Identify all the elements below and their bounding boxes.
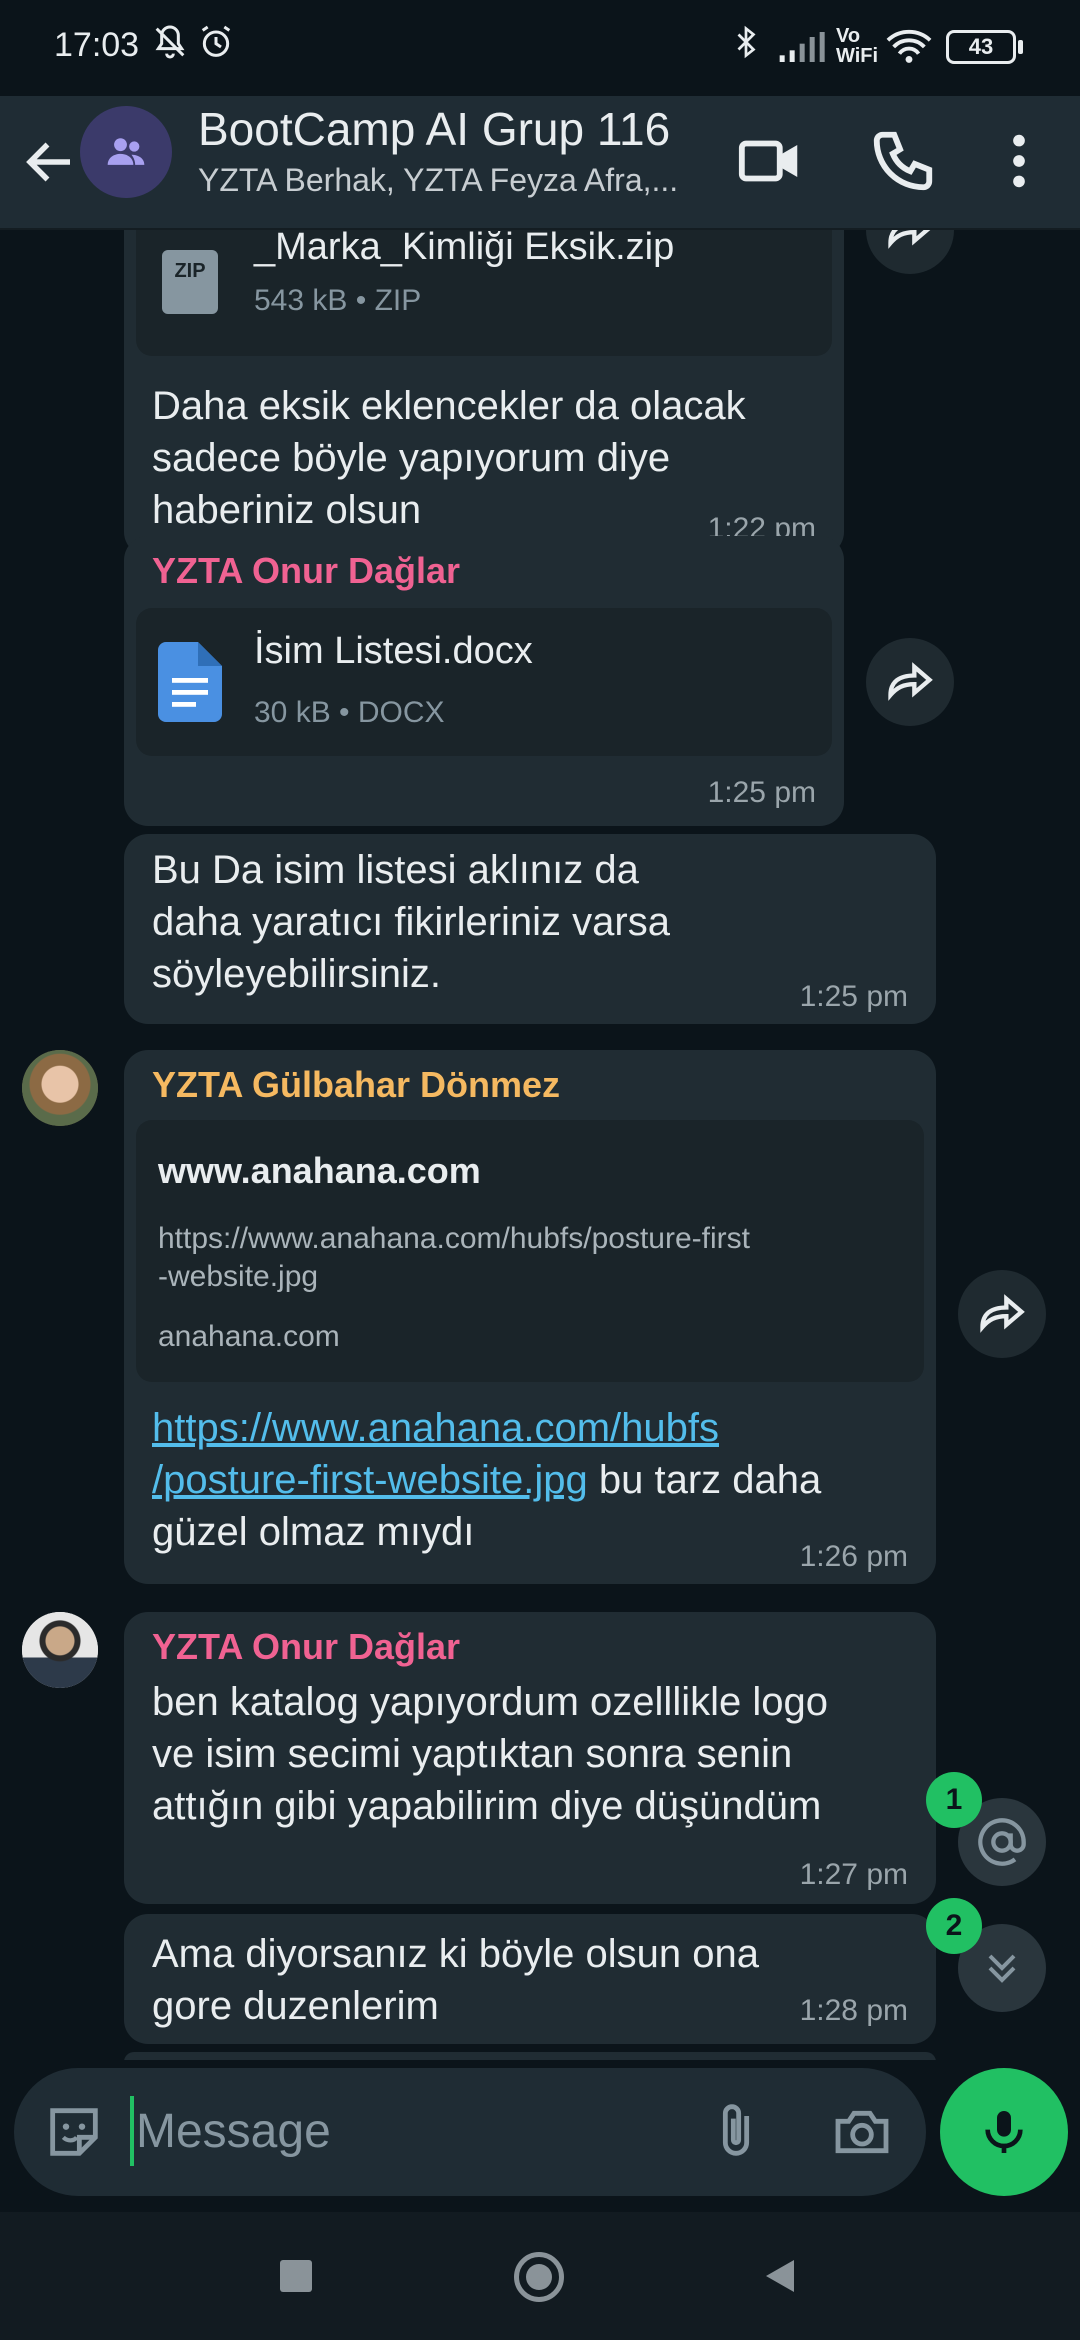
double-chevron-down-icon	[988, 1954, 1016, 1983]
message-composer[interactable]: Message	[14, 2068, 926, 2196]
at-sign-icon	[978, 1818, 1026, 1866]
sender-name[interactable]: YZTA Onur Dağlar	[152, 550, 460, 592]
message-time: 1:25 pm	[707, 776, 816, 809]
text-cursor	[130, 2096, 134, 2166]
link-preview-title: www.anahana.com	[158, 1150, 481, 1191]
sender-name[interactable]: YZTA Gülbahar Dönmez	[152, 1064, 560, 1106]
camera-icon[interactable]	[830, 2100, 894, 2164]
microphone-icon	[985, 2111, 1023, 2153]
message-text: Daha eksik eklencekler da olacak sadece …	[152, 384, 746, 532]
file-name: İsim Listesi.docx	[254, 630, 533, 672]
forward-button[interactable]	[866, 638, 954, 726]
message-text: https://www.anahana.com/hubfs /posture-f…	[152, 1406, 822, 1554]
voice-message-button[interactable]	[940, 2068, 1068, 2196]
forward-icon	[980, 1294, 1025, 1333]
file-attachment[interactable]: ZIP _Marka_Kimliği Eksik.zip 543 kB • ZI…	[136, 230, 832, 356]
message-link[interactable]: https://www.anahana.com/hubfs	[152, 1406, 719, 1450]
system-navigation-bar	[0, 2212, 1080, 2340]
back-arrow-icon[interactable]	[20, 132, 80, 192]
unread-count-badge: 2	[926, 1898, 982, 1954]
message-link[interactable]: /posture-first-website.jpg	[152, 1458, 588, 1502]
phone-call-icon[interactable]	[868, 126, 938, 196]
message-time: 1:27 pm	[799, 1858, 908, 1891]
wifi-icon	[886, 30, 932, 63]
mentions-count-badge: 1	[926, 1772, 982, 1828]
bell-off-icon	[155, 25, 185, 59]
message-input[interactable]: Message	[136, 2104, 331, 2159]
link-preview-domain: anahana.com	[158, 1320, 340, 1353]
message-bubble[interactable]: Ama diyorsanız ki böyle olsun ona gore d…	[124, 1914, 936, 2044]
forward-icon	[888, 662, 933, 701]
status-time: 17:03	[54, 26, 140, 64]
message-text: Bu Da isim listesi aklınız da daha yarat…	[152, 848, 670, 996]
message-time: 1:28 pm	[799, 1994, 908, 2027]
link-preview[interactable]: www.anahana.com https://www.anahana.com/…	[136, 1120, 924, 1382]
group-avatar[interactable]	[80, 106, 172, 198]
message-bubble[interactable]: YZTA Gülbahar Dönmez www.anahana.com htt…	[124, 1050, 936, 1584]
message-bubble-next	[124, 2052, 936, 2060]
alarm-icon	[201, 25, 231, 57]
message-list[interactable]: ZIP _Marka_Kimliği Eksik.zip 543 kB • ZI…	[0, 230, 1080, 2060]
file-attachment[interactable]: İsim Listesi.docx 30 kB • DOCX	[136, 608, 832, 756]
message-text: Ama diyorsanız ki böyle olsun ona gore d…	[152, 1932, 759, 2028]
forward-icon	[888, 230, 931, 249]
video-call-icon[interactable]	[736, 126, 806, 196]
battery-indicator: 43	[946, 30, 1016, 64]
group-icon	[107, 138, 145, 165]
sender-avatar[interactable]	[22, 1612, 98, 1688]
recents-button[interactable]	[280, 2260, 312, 2292]
message-time: 1:26 pm	[799, 1540, 908, 1573]
message-text: ben katalog yapıyordum ozelllikle logo v…	[152, 1680, 828, 1828]
signal-icon	[779, 32, 825, 62]
status-bar: 17:03 Vo WiFi 43	[0, 0, 1080, 96]
message-bubble[interactable]: YZTA Onur Dağlar İsim Listesi.docx 30 kB…	[124, 536, 844, 826]
chat-title[interactable]: BootCamp AI Grup 116	[198, 102, 670, 156]
sender-avatar[interactable]	[22, 1050, 98, 1126]
message-bubble[interactable]: ZIP _Marka_Kimliği Eksik.zip 543 kB • ZI…	[124, 230, 844, 556]
more-options-icon[interactable]	[984, 126, 1054, 196]
battery-tip	[1018, 40, 1023, 54]
vowifi-indicator: Vo WiFi	[836, 25, 879, 67]
forward-button[interactable]	[958, 1270, 1046, 1358]
file-meta: 543 kB • ZIP	[254, 284, 422, 317]
link-preview-url: https://www.anahana.com/hubfs/posture-fi…	[158, 1222, 750, 1293]
file-meta: 30 kB • DOCX	[254, 696, 445, 729]
file-name: _Marka_Kimliği Eksik.zip	[254, 230, 675, 268]
sticker-icon[interactable]	[42, 2100, 106, 2164]
bluetooth-icon	[737, 25, 756, 59]
message-bubble[interactable]: Bu Da isim listesi aklınız da daha yarat…	[124, 834, 936, 1024]
sender-name[interactable]: YZTA Onur Dağlar	[152, 1626, 460, 1668]
home-button[interactable]	[514, 2252, 564, 2302]
message-time: 1:25 pm	[799, 980, 908, 1013]
chat-header: BootCamp AI Grup 116 YZTA Berhak, YZTA F…	[0, 96, 1080, 230]
zip-file-icon: ZIP	[162, 250, 218, 314]
forward-button[interactable]	[866, 230, 954, 274]
message-bubble[interactable]: YZTA Onur Dağlar ben katalog yapıyordum …	[124, 1612, 936, 1904]
attachment-icon[interactable]	[704, 2100, 768, 2164]
chat-subtitle[interactable]: YZTA Berhak, YZTA Feyza Afra,...	[198, 162, 698, 199]
back-nav-icon[interactable]	[760, 2256, 800, 2296]
document-file-icon	[158, 642, 222, 722]
